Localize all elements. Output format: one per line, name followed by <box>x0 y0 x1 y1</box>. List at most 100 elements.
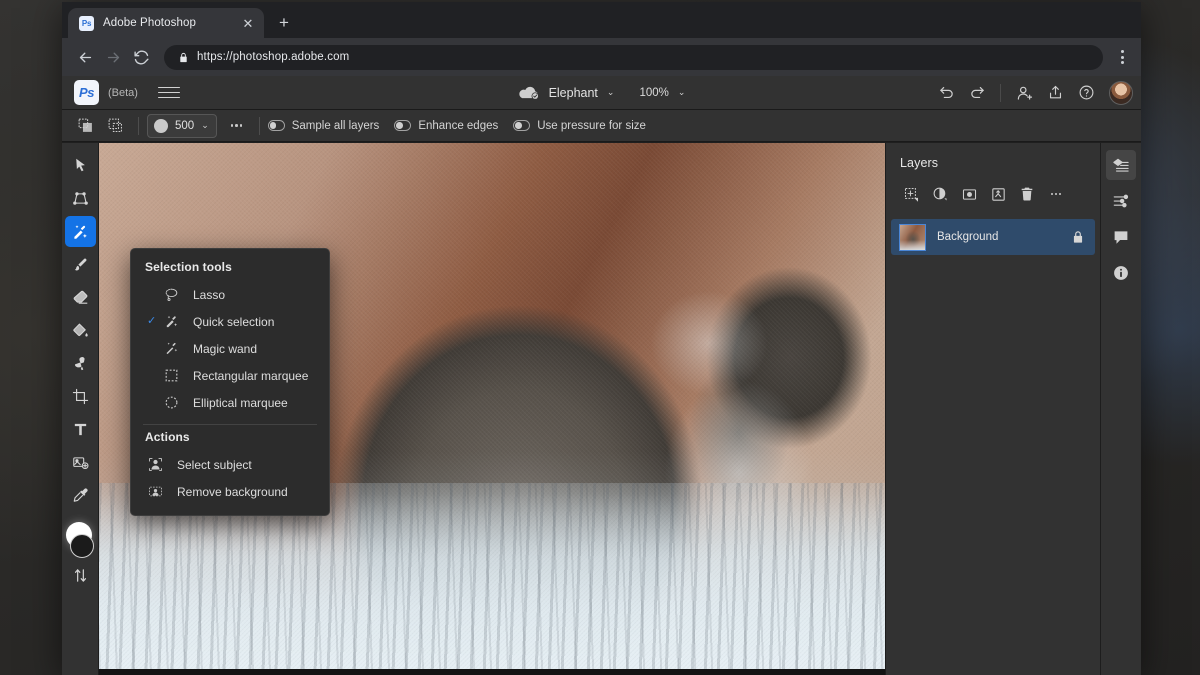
flyout-label-magic-wand: Magic wand <box>193 341 258 356</box>
flyout-label-rectangular-marquee: Rectangular marquee <box>193 368 309 383</box>
header-actions <box>932 79 1133 107</box>
layers-panel-toggle[interactable] <box>1106 150 1136 180</box>
options-divider-1 <box>138 116 139 135</box>
layer-thumbnail <box>899 223 926 251</box>
photoshop-header: Ps (Beta) Elephant ⌄ 100% ⌄ <box>62 76 1141 110</box>
remove-background-icon <box>145 484 165 499</box>
quick-selection-tool[interactable] <box>64 216 96 247</box>
use-pressure-for-size-label: Use pressure for size <box>537 119 646 132</box>
layers-panel-title: Layers <box>900 156 939 170</box>
toggle-use-pressure-for-size[interactable]: Use pressure for size <box>513 120 646 132</box>
brush-size-control[interactable]: 500 ⌄ <box>147 113 217 138</box>
place-image-tool[interactable] <box>65 447 96 478</box>
canvas-bottom-edge <box>99 669 885 675</box>
back-arrow-icon[interactable] <box>72 44 98 70</box>
paint-bucket-tool[interactable] <box>65 315 96 346</box>
enhance-edges-switch[interactable] <box>394 120 412 131</box>
document-name[interactable]: Elephant <box>549 86 598 100</box>
layer-name: Background <box>937 231 999 243</box>
flyout-item-quick-selection[interactable]: ✓ Quick selection <box>131 308 329 335</box>
transform-tool[interactable] <box>65 183 96 214</box>
sample-all-layers-label: Sample all layers <box>291 119 380 132</box>
flyout-item-elliptical-marquee[interactable]: Elliptical marquee <box>131 389 329 416</box>
flyout-label-elliptical-marquee: Elliptical marquee <box>193 395 288 410</box>
move-tool[interactable] <box>65 150 96 181</box>
hamburger-menu-icon[interactable] <box>157 82 180 104</box>
help-icon[interactable] <box>1072 79 1100 107</box>
flyout-label-remove-background: Remove background <box>177 484 288 499</box>
share-icon[interactable] <box>1041 79 1069 107</box>
forward-arrow-icon[interactable] <box>100 44 126 70</box>
clipping-mask-button[interactable] <box>985 182 1011 206</box>
sample-all-layers-switch[interactable] <box>267 120 285 131</box>
flyout-item-remove-background[interactable]: Remove background <box>131 478 329 505</box>
zoom-chevron-down-icon[interactable]: ⌄ <box>678 88 686 97</box>
options-divider-2 <box>258 116 260 135</box>
lock-icon <box>180 52 187 62</box>
background-color-swatch[interactable] <box>70 534 94 558</box>
table-row[interactable]: Background <box>891 219 1095 255</box>
eyedropper-tool[interactable] <box>65 480 96 511</box>
add-to-selection-icon[interactable] <box>70 113 100 139</box>
info-panel-toggle[interactable] <box>1106 258 1136 288</box>
browser-tab-title: Adobe Photoshop <box>103 17 196 29</box>
photoshop-app: Ps (Beta) Elephant ⌄ 100% ⌄ 500 ⌄ Sample… <box>62 76 1141 675</box>
flyout-section-title-tools: Selection tools <box>145 260 232 274</box>
new-tab-button[interactable]: + <box>270 9 298 37</box>
undo-icon[interactable] <box>932 79 960 107</box>
address-bar[interactable]: https://photoshop.adobe.com <box>164 44 1103 70</box>
layers-panel: Layers Background <box>885 143 1100 675</box>
beta-label: (Beta) <box>108 86 138 99</box>
toggle-enhance-edges[interactable]: Enhance edges <box>394 120 498 132</box>
layer-mask-button[interactable] <box>956 182 982 206</box>
use-pressure-for-size-switch[interactable] <box>513 120 531 131</box>
chevron-down-icon[interactable]: ⌄ <box>607 88 615 97</box>
properties-panel-toggle[interactable] <box>1106 186 1136 216</box>
lock-icon[interactable] <box>1071 230 1085 244</box>
reload-arrow-icon[interactable] <box>128 44 154 70</box>
photoshop-logo-icon[interactable]: Ps <box>74 80 99 105</box>
foreground-background-swatch[interactable] <box>65 522 95 558</box>
enhance-edges-label: Enhance edges <box>418 119 499 132</box>
clone-stamp-tool[interactable] <box>65 348 96 379</box>
brush-chevron-down-icon[interactable]: ⌄ <box>201 121 209 130</box>
browser-window: Ps Adobe Photoshop ✕ + https://photoshop… <box>62 2 1141 675</box>
brush-tool[interactable] <box>65 249 96 280</box>
photoshop-body: Selection tools Lasso ✓ Quick selection <box>62 143 1141 675</box>
toggle-sample-all-layers[interactable]: Sample all layers <box>267 119 380 132</box>
flyout-label-quick-selection: Quick selection <box>193 314 275 329</box>
magic-wand-icon <box>161 341 181 356</box>
comments-panel-toggle[interactable] <box>1106 222 1136 252</box>
eraser-tool[interactable] <box>65 282 96 313</box>
cloud-saved-icon <box>518 85 540 101</box>
browser-tab[interactable]: Ps Adobe Photoshop ✕ <box>68 8 264 38</box>
more-brush-options-icon[interactable] <box>223 114 251 138</box>
right-panel-rail <box>1100 143 1141 675</box>
redo-icon[interactable] <box>963 79 991 107</box>
flyout-item-lasso[interactable]: Lasso <box>131 281 329 308</box>
zoom-level-value[interactable]: 100% <box>639 87 668 99</box>
browser-toolbar: https://photoshop.adobe.com <box>62 38 1141 76</box>
layer-more-button[interactable] <box>1043 182 1069 206</box>
more-tools[interactable] <box>65 560 96 591</box>
invite-user-icon[interactable] <box>1010 79 1038 107</box>
delete-layer-button[interactable] <box>1014 182 1040 206</box>
crop-tool[interactable] <box>65 381 96 412</box>
subtract-from-selection-icon[interactable] <box>100 113 130 139</box>
rectangular-marquee-icon <box>161 368 181 383</box>
flyout-label-select-subject: Select subject <box>177 457 252 472</box>
user-avatar[interactable] <box>1109 80 1133 105</box>
flyout-item-rectangular-marquee[interactable]: Rectangular marquee <box>131 362 329 389</box>
flyout-item-select-subject[interactable]: Select subject <box>131 451 329 478</box>
close-icon[interactable]: ✕ <box>240 15 256 31</box>
browser-tab-strip: Ps Adobe Photoshop ✕ + <box>62 2 1141 38</box>
check-icon: ✓ <box>147 315 157 327</box>
browser-menu-icon[interactable] <box>1111 44 1133 70</box>
flyout-item-magic-wand[interactable]: Magic wand <box>131 335 329 362</box>
flyout-section-title-actions: Actions <box>145 430 190 444</box>
elliptical-marquee-icon <box>161 395 181 410</box>
type-tool[interactable] <box>65 414 96 445</box>
add-layer-button[interactable] <box>898 182 924 206</box>
adjustment-layer-button[interactable] <box>927 182 953 206</box>
address-bar-url: https://photoshop.adobe.com <box>197 51 350 63</box>
